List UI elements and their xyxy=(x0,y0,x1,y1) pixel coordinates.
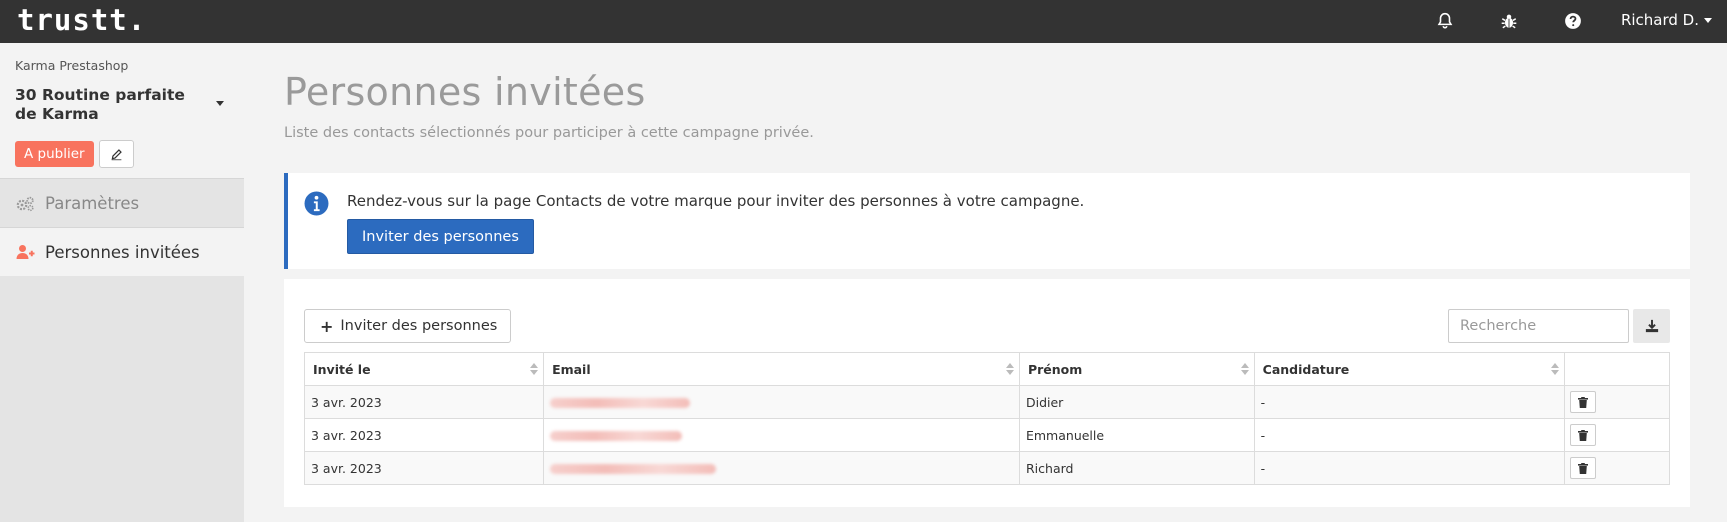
sidebar-item-label: Personnes invitées xyxy=(45,242,200,262)
campaign-dropdown-icon[interactable] xyxy=(216,101,224,106)
candidature-status: - xyxy=(1253,385,1566,419)
info-callout: Rendez-vous sur la page Contacts de votr… xyxy=(284,173,1690,269)
first-name: Didier xyxy=(1018,385,1255,419)
trash-icon xyxy=(1578,429,1589,441)
status-badge: A publier xyxy=(15,141,94,167)
row-actions xyxy=(1564,385,1670,419)
plus-icon: + xyxy=(320,316,334,336)
column-header-actions xyxy=(1564,352,1670,386)
edit-campaign-button[interactable] xyxy=(99,140,134,168)
user-menu[interactable]: Richard D. xyxy=(1621,11,1712,29)
info-circle-icon xyxy=(304,191,329,216)
invited-date: 3 avr. 2023 xyxy=(303,418,545,452)
table-header-row: Invité le Email Prénom Candidature xyxy=(303,352,1670,386)
invited-date: 3 avr. 2023 xyxy=(303,385,545,419)
invited-date: 3 avr. 2023 xyxy=(303,451,545,485)
delete-row-button[interactable] xyxy=(1570,457,1597,479)
sidebar-item-parametres[interactable]: Paramètres xyxy=(0,180,244,228)
column-header-prenom[interactable]: Prénom xyxy=(1018,352,1255,386)
user-plus-icon xyxy=(16,244,35,260)
sort-icon xyxy=(1240,363,1249,375)
delete-row-button[interactable] xyxy=(1570,424,1597,446)
campaign-title[interactable]: 30 Routine parfaite de Karma xyxy=(15,86,195,124)
app-logo[interactable]: trustt. xyxy=(17,3,146,37)
bug-icon[interactable] xyxy=(1500,12,1518,30)
sidebar-item-personnes-invitees[interactable]: Personnes invitées xyxy=(0,228,244,276)
candidature-status: - xyxy=(1253,451,1566,485)
first-name: Richard xyxy=(1018,451,1255,485)
sort-icon xyxy=(1551,363,1560,375)
table-row: 3 avr. 2023 Emmanuelle - xyxy=(303,418,1670,452)
question-circle-icon[interactable] xyxy=(1564,12,1582,30)
brand-name: Karma Prestashop xyxy=(15,58,129,73)
user-name: Richard D. xyxy=(1620,11,1699,29)
invited-people-panel: + Inviter des personnes Invité le Email … xyxy=(284,279,1690,507)
page-subtitle: Liste des contacts sélectionnés pour par… xyxy=(284,125,814,141)
info-text: Rendez-vous sur la page Contacts de votr… xyxy=(347,192,1085,210)
email-redacted xyxy=(543,418,1020,452)
column-header-email[interactable]: Email xyxy=(543,352,1020,386)
email-redacted xyxy=(543,451,1020,485)
invited-table: Invité le Email Prénom Candidature 3 avr… xyxy=(303,352,1670,485)
sidebar-item-label: Paramètres xyxy=(45,194,140,213)
table-row: 3 avr. 2023 Didier - xyxy=(303,385,1670,419)
invite-people-primary-button[interactable]: Inviter des personnes xyxy=(347,219,534,254)
row-actions xyxy=(1564,418,1670,452)
search-input[interactable] xyxy=(1448,309,1629,343)
bell-icon[interactable] xyxy=(1436,12,1454,30)
sort-icon xyxy=(1005,363,1014,375)
top-navbar: trustt. Richard D. xyxy=(0,0,1727,43)
row-actions xyxy=(1564,451,1670,485)
email-redacted xyxy=(543,385,1020,419)
invite-button-label: Inviter des personnes xyxy=(340,318,498,334)
campaign-header: Karma Prestashop 30 Routine parfaite de … xyxy=(0,43,244,179)
gears-icon xyxy=(16,196,35,212)
candidature-status: - xyxy=(1253,418,1566,452)
column-header-candidature[interactable]: Candidature xyxy=(1253,352,1566,386)
first-name: Emmanuelle xyxy=(1018,418,1255,452)
trash-icon xyxy=(1578,396,1589,408)
page-title: Personnes invitées xyxy=(284,70,646,114)
edit-icon xyxy=(111,148,122,160)
column-header-invite-le[interactable]: Invité le xyxy=(303,352,545,386)
sort-icon xyxy=(530,363,539,375)
trash-icon xyxy=(1578,462,1589,474)
sidebar: Karma Prestashop 30 Routine parfaite de … xyxy=(0,43,244,522)
delete-row-button[interactable] xyxy=(1570,391,1597,413)
chevron-down-icon xyxy=(1704,17,1712,23)
table-row: 3 avr. 2023 Richard - xyxy=(303,451,1670,485)
invite-people-button[interactable]: + Inviter des personnes xyxy=(304,309,512,343)
download-icon xyxy=(1645,319,1658,333)
download-button[interactable] xyxy=(1633,309,1670,343)
